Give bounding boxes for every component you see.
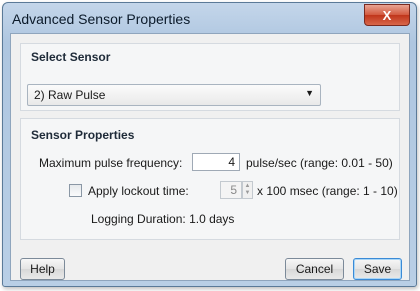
lockout-checkbox[interactable] [69, 184, 82, 197]
close-icon: X [382, 7, 392, 23]
max-pulse-input[interactable]: 4 [192, 153, 240, 171]
lockout-spinner[interactable]: ▲ ▼ [242, 181, 253, 199]
sensor-select-value: 2) Raw Pulse [34, 88, 106, 102]
chevron-down-icon: ▼ [305, 88, 314, 98]
lockout-time-input[interactable]: 5 [220, 181, 242, 199]
cancel-button[interactable]: Cancel [285, 258, 344, 280]
dialog-body: Select Sensor 2) Raw Pulse ▼ Sensor Prop… [10, 33, 410, 281]
dialog-window: Advanced Sensor Properties X Select Sens… [2, 2, 417, 287]
arrow-down-icon[interactable]: ▼ [245, 190, 251, 197]
logging-duration: Logging Duration: 1.0 days [91, 212, 235, 226]
sensor-select[interactable]: 2) Raw Pulse ▼ [27, 84, 321, 106]
save-button[interactable]: Save [353, 258, 402, 280]
lockout-unit: x 100 msec (range: 1 - 10) [257, 184, 398, 198]
title-bar[interactable]: Advanced Sensor Properties X [3, 3, 416, 33]
select-sensor-heading: Select Sensor [31, 50, 111, 64]
window-title: Advanced Sensor Properties [12, 11, 191, 27]
help-button[interactable]: Help [20, 258, 65, 280]
arrow-up-icon[interactable]: ▲ [245, 183, 251, 190]
close-button[interactable]: X [364, 4, 410, 26]
lockout-label: Apply lockout time: [88, 184, 189, 198]
max-pulse-label: Maximum pulse frequency: [39, 156, 183, 170]
max-pulse-unit: pulse/sec (range: 0.01 - 50) [246, 156, 393, 170]
sensor-properties-heading: Sensor Properties [31, 128, 135, 142]
